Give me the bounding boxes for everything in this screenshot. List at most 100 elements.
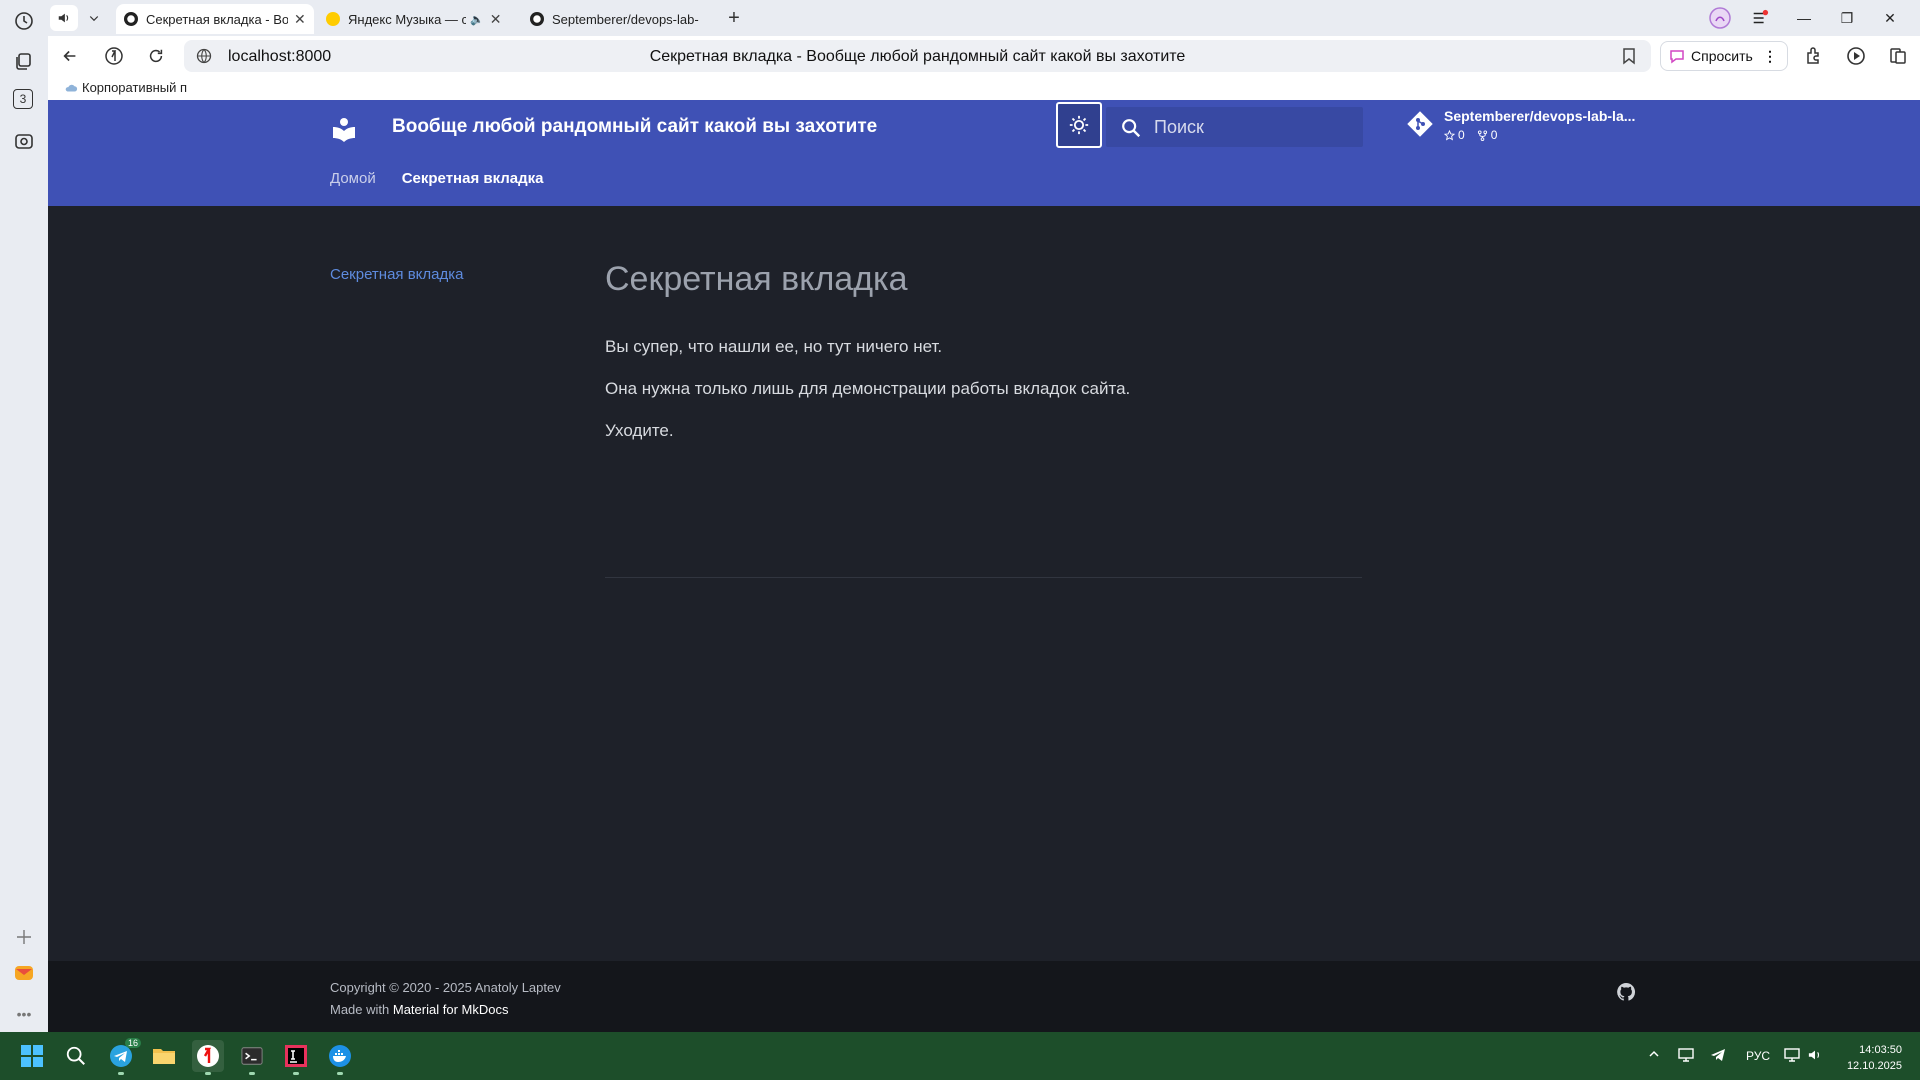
search-icon[interactable] — [60, 1040, 92, 1072]
sidebar-item-secret[interactable]: Секретная вкладка — [330, 266, 464, 283]
docker-icon[interactable] — [324, 1040, 356, 1075]
display-icon[interactable] — [1784, 1048, 1800, 1065]
yandex-browser-icon[interactable] — [192, 1040, 224, 1075]
windows-taskbar: 16 РУС 14:03:50 12.10.2025 — [0, 1032, 1920, 1080]
content-divider — [605, 577, 1362, 578]
site-tabs: Домой Секретная вкладка — [330, 170, 544, 187]
tab-secret[interactable]: Секретная вкладка — [402, 170, 544, 187]
audio-playing-icon[interactable]: 🔈 — [470, 13, 484, 26]
running-indicator — [118, 1072, 124, 1075]
network-icon[interactable] — [1678, 1048, 1694, 1065]
add-panel-icon[interactable] — [12, 925, 36, 949]
tab-title: Яндекс Музыка — со — [348, 11, 466, 27]
github-favicon-icon — [530, 12, 544, 26]
tab-github[interactable]: Septemberer/devops-lab- — [522, 4, 712, 34]
yandex-music-favicon-icon — [326, 12, 340, 26]
copyright-text: Copyright © 2020 - 2025 Anatoly Laptev — [330, 980, 561, 995]
omnibox[interactable]: Секретная вкладка - Вообще любой рандомн… — [184, 40, 1651, 72]
new-tab-icon[interactable]: + — [720, 5, 748, 31]
bookmarks-bar: Корпоративный п — [48, 76, 1920, 100]
theme-toggle-button[interactable] — [1056, 102, 1102, 148]
repo-name: Septemberer/devops-lab-la... — [1444, 108, 1636, 124]
restore-icon[interactable]: ❐ — [1835, 6, 1859, 30]
running-indicator — [337, 1072, 343, 1075]
page-heading: Секретная вкладка — [605, 260, 908, 298]
tab-secret[interactable]: Секретная вкладка - Во ✕ — [116, 4, 314, 34]
terminal-icon[interactable] — [236, 1040, 268, 1075]
ask-alice-button[interactable]: Спросить ⋮ — [1660, 41, 1788, 71]
menu-notifications-icon[interactable] — [1748, 6, 1772, 30]
start-windows-icon[interactable] — [16, 1040, 48, 1072]
more-icon[interactable]: ••• — [12, 1002, 36, 1026]
paragraph: Вы супер, что нашли ее, но тут ничего не… — [605, 337, 943, 356]
collections-icon[interactable] — [12, 49, 36, 73]
book-logo-icon[interactable] — [331, 116, 357, 142]
reload-icon[interactable] — [144, 44, 168, 68]
tab-count-badge[interactable]: 3 — [13, 89, 33, 109]
tab-list-chevron-icon[interactable] — [80, 5, 108, 31]
address-bar-row: Секретная вкладка - Вообще любой рандомн… — [48, 36, 1920, 76]
page-title-in-omnibox: Секретная вкладка - Вообще любой рандомн… — [649, 48, 1186, 65]
volume-icon[interactable] — [1808, 1048, 1822, 1065]
clock-time: 14:03:50 — [1859, 1044, 1902, 1056]
search-box[interactable] — [1106, 107, 1363, 147]
running-indicator — [249, 1072, 255, 1075]
ask-button-label: Спросить — [1691, 48, 1753, 64]
page-viewport: Вообще любой рандомный сайт какой вы зах… — [48, 100, 1920, 1032]
tab-strip: Секретная вкладка - Во ✕ Яндекс Музыка —… — [48, 0, 1920, 36]
history-icon[interactable] — [12, 9, 36, 33]
github-icon[interactable] — [1616, 982, 1636, 1002]
repo-facts: 0 0 — [1444, 128, 1635, 142]
running-indicator — [293, 1072, 299, 1075]
git-icon — [1407, 111, 1433, 137]
tab-title: Septemberer/devops-lab- — [552, 11, 699, 27]
bookmark-item[interactable]: Корпоративный п — [64, 80, 187, 95]
github-favicon-icon — [124, 12, 138, 26]
tray-chevron-icon[interactable] — [1648, 1048, 1660, 1063]
close-window-icon[interactable]: ✕ — [1878, 6, 1902, 30]
repo-forks: 0 — [1477, 128, 1498, 142]
search-input[interactable] — [1154, 107, 1354, 147]
star-icon — [1444, 129, 1455, 140]
close-tab-icon[interactable]: ✕ — [490, 11, 502, 28]
stars-count: 0 — [1458, 128, 1465, 142]
mute-tab-icon[interactable] — [50, 5, 78, 31]
media-play-icon[interactable] — [1845, 45, 1867, 67]
alice-icon[interactable] — [1708, 6, 1732, 30]
yandex-logo-icon[interactable] — [102, 44, 126, 68]
footer-copyright: Copyright © 2020 - 2025 Anatoly Laptev M… — [330, 977, 561, 1021]
back-icon[interactable] — [58, 44, 82, 68]
extensions-icon[interactable] — [1803, 45, 1825, 67]
repo-link[interactable]: Septemberer/devops-lab-la... 0 0 — [1406, 108, 1635, 142]
system-clock[interactable]: 14:03:50 12.10.2025 — [1847, 1042, 1902, 1074]
site-title[interactable]: Вообще любой рандомный сайт какой вы зах… — [392, 116, 877, 138]
mail-icon[interactable] — [12, 961, 36, 985]
close-tab-icon[interactable]: ✕ — [294, 11, 306, 28]
made-with-line: Made with Material for MkDocs — [330, 999, 561, 1021]
more-vertical-icon[interactable]: ⋮ — [1763, 48, 1777, 65]
url-text[interactable]: localhost:8000 — [228, 48, 331, 66]
language-indicator[interactable]: РУС — [1746, 1049, 1770, 1063]
reading-list-icon[interactable] — [1887, 45, 1909, 67]
tab-yandex-music[interactable]: Яндекс Музыка — со 🔈 ✕ — [318, 4, 518, 34]
site-footer: Copyright © 2020 - 2025 Anatoly Laptev M… — [48, 961, 1920, 1032]
screenshot-icon[interactable] — [12, 129, 36, 153]
minimize-icon[interactable]: — — [1792, 6, 1816, 30]
repo-stars: 0 — [1444, 128, 1465, 142]
intellij-icon[interactable] — [280, 1040, 312, 1075]
telegram-icon[interactable]: 16 — [105, 1038, 141, 1075]
forks-count: 0 — [1490, 128, 1498, 142]
tab-home[interactable]: Домой — [330, 170, 376, 187]
file-explorer-icon[interactable] — [148, 1040, 180, 1072]
bookmark-icon[interactable] — [1621, 47, 1637, 65]
telegram-badge: 16 — [124, 1038, 141, 1048]
tab-title: Секретная вкладка - Во — [146, 11, 288, 27]
telegram-tray-icon[interactable] — [1710, 1048, 1726, 1065]
clock-date: 12.10.2025 — [1846, 1060, 1902, 1072]
bookmark-label: Корпоративный п — [82, 80, 188, 95]
paragraph: Уходите. — [605, 421, 674, 440]
search-icon — [1122, 119, 1141, 138]
fork-icon — [1477, 129, 1487, 141]
mkdocs-material-link[interactable]: Material for MkDocs — [393, 1002, 509, 1017]
browser-sidebar: 3 ••• — [0, 0, 48, 1032]
